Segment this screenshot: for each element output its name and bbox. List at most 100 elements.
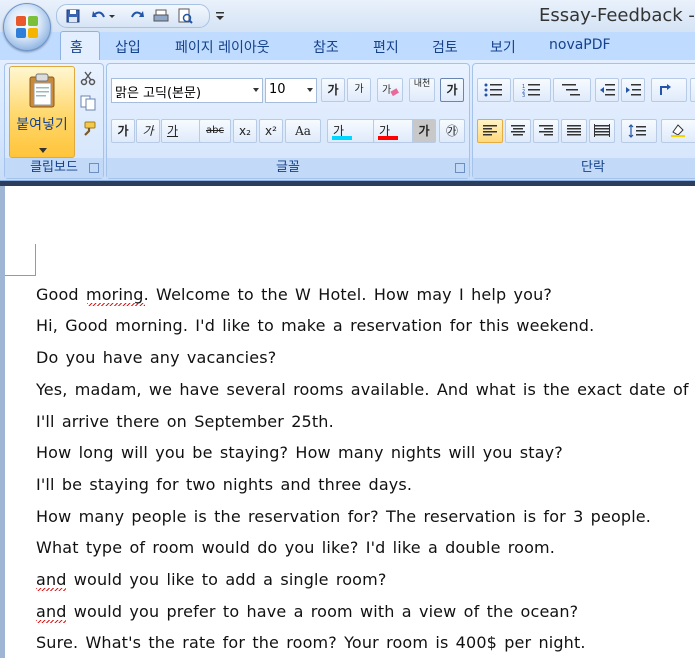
line-spacing-icon — [628, 124, 646, 138]
phonetic-guide-button[interactable]: 내천 — [409, 78, 435, 102]
tab-insert[interactable]: 삽입 — [115, 37, 141, 57]
cut-icon[interactable] — [80, 70, 96, 86]
font-dialog-launcher[interactable] — [455, 163, 465, 173]
copy-icon[interactable] — [80, 95, 96, 111]
clipboard-dialog-launcher[interactable] — [89, 163, 99, 173]
align-center-icon — [511, 125, 525, 136]
numbering-icon: 123 — [522, 84, 540, 99]
doc-line: Sure. What's the rate for the room? Your… — [36, 633, 586, 652]
increase-indent-button[interactable] — [621, 78, 645, 102]
distributed-icon — [594, 124, 610, 137]
highlight-button[interactable]: 가 — [327, 119, 376, 143]
underline-button[interactable]: 가 — [161, 119, 202, 143]
customize-qat-icon[interactable] — [214, 8, 226, 22]
undo-dropdown-icon[interactable] — [107, 8, 123, 24]
grammar-error-underline — [36, 588, 66, 591]
quick-access-toolbar — [56, 4, 210, 28]
doc-line: I'll be staying for two nights and three… — [36, 475, 413, 494]
justify-icon — [567, 125, 581, 136]
doc-line: I'll arrive there on September 25th. — [36, 412, 334, 431]
align-left-icon — [483, 125, 497, 136]
grammar-error-underline — [36, 620, 66, 623]
font-name-value: 맑은 고딕(본문) — [115, 86, 202, 101]
font-size-dropdown-icon — [307, 88, 313, 92]
font-color-swatch — [378, 136, 398, 140]
office-button[interactable] — [3, 3, 51, 51]
bullets-button[interactable] — [477, 78, 511, 102]
bold-button[interactable]: 가 — [111, 119, 135, 143]
align-center-button[interactable] — [505, 119, 531, 143]
tab-view[interactable]: 보기 — [490, 37, 516, 57]
doc-line: and would you like to add a single room? — [36, 570, 387, 589]
subscript-button[interactable]: x₂ — [233, 119, 257, 143]
align-left-button[interactable] — [477, 119, 503, 143]
clipboard-group: 붙여넣기 클립보드 — [4, 63, 104, 179]
tab-home[interactable]: 홈 — [70, 37, 83, 57]
doc-line: Hi, Good morning. I'd like to make a res… — [36, 316, 595, 335]
decrease-indent-icon — [600, 84, 615, 96]
superscript-button[interactable]: x² — [259, 119, 283, 143]
paste-icon — [27, 73, 57, 109]
doc-line: How many people is the reservation for? … — [36, 507, 652, 526]
sort-button[interactable] — [690, 78, 695, 102]
format-painter-icon[interactable] — [80, 121, 96, 137]
paste-button[interactable]: 붙여넣기 — [9, 66, 75, 158]
distributed-button[interactable] — [589, 119, 615, 143]
asian-layout-button[interactable] — [651, 78, 687, 102]
multilevel-list-button[interactable] — [553, 78, 591, 102]
char-shading-button[interactable]: 가 — [412, 119, 436, 143]
increase-indent-icon — [626, 84, 641, 96]
tab-mailings[interactable]: 편지 — [373, 37, 399, 57]
paragraph-group: 123 단락 — [472, 63, 695, 179]
italic-button[interactable]: 가 — [136, 119, 160, 143]
line-spacing-button[interactable] — [621, 119, 657, 143]
clear-format-button[interactable]: 가 — [377, 78, 403, 102]
print-icon[interactable] — [153, 8, 169, 24]
margin-corner-mark-vertical — [35, 244, 36, 275]
char-border-button[interactable]: 가 — [440, 78, 464, 102]
save-icon[interactable] — [65, 8, 81, 24]
font-size-value: 10 — [269, 82, 286, 97]
window-title: Essay-Feedback - — [539, 5, 695, 26]
print-preview-icon[interactable] — [177, 8, 193, 24]
justify-button[interactable] — [561, 119, 587, 143]
multilevel-list-icon — [562, 84, 580, 96]
shrink-font-button[interactable]: 가 — [347, 78, 371, 102]
svg-text:가: 가 — [382, 84, 391, 96]
clear-format-icon: 가 — [382, 84, 399, 97]
paragraph-group-label: 단락 — [473, 158, 695, 178]
doc-line: Good moring. Welcome to the W Hotel. How… — [36, 285, 553, 304]
shading-icon — [671, 124, 685, 137]
change-case-button[interactable]: Aa — [285, 119, 321, 143]
tab-review[interactable]: 검토 — [432, 37, 458, 57]
tab-references[interactable]: 참조 — [313, 37, 339, 57]
strikethrough-button[interactable]: abc — [199, 119, 231, 143]
asian-layout-icon — [660, 84, 671, 95]
margin-corner-mark — [5, 275, 36, 276]
tab-page-layout[interactable]: 페이지 레이아웃 — [175, 37, 270, 57]
paste-dropdown-icon — [39, 139, 47, 153]
enclose-characters-button[interactable]: ㉮ — [439, 119, 465, 143]
numbering-button[interactable]: 123 — [513, 78, 551, 102]
shading-button[interactable] — [661, 119, 695, 143]
tab-novapdf[interactable]: novaPDF — [549, 37, 611, 53]
office-logo-icon — [16, 16, 38, 38]
svg-text:3: 3 — [522, 93, 525, 97]
doc-line: Yes, madam, we have several rooms availa… — [36, 380, 695, 399]
paste-label: 붙여넣기 — [16, 117, 68, 133]
font-size-combo[interactable]: 10 — [265, 78, 317, 103]
undo-icon[interactable] — [91, 8, 107, 24]
doc-line: and would you prefer to have a room with… — [36, 602, 579, 621]
grow-font-button[interactable]: 가 — [321, 78, 345, 102]
align-right-icon — [539, 125, 553, 136]
decrease-indent-button[interactable] — [595, 78, 619, 102]
doc-line: How long will you be staying? How many n… — [36, 443, 563, 462]
spelling-error-underline — [87, 303, 145, 306]
redo-icon[interactable] — [129, 8, 145, 24]
font-group: 맑은 고딕(본문) 10 가 가 가 내천 가 가 가 가 abc x₂ x² … — [106, 63, 470, 179]
doc-line: What type of room would do you like? I'd… — [36, 538, 556, 557]
highlight-color-swatch — [332, 136, 352, 140]
align-right-button[interactable] — [533, 119, 559, 143]
font-name-combo[interactable]: 맑은 고딕(본문) — [111, 78, 263, 103]
font-group-label: 글꼴 — [107, 158, 469, 178]
